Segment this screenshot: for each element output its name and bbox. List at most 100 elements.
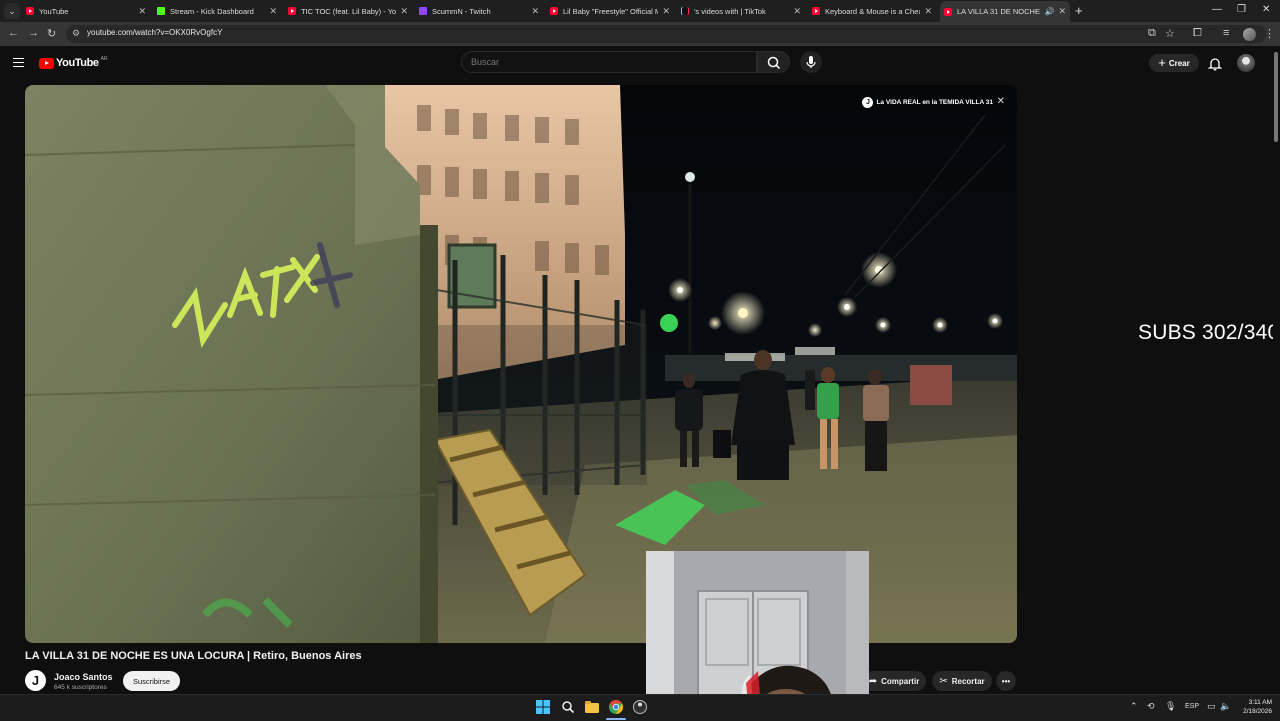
menu-icon[interactable] [13, 58, 24, 67]
speaker-icon[interactable]: 🔊 [1044, 7, 1054, 16]
clip-label: Recortar [951, 676, 985, 686]
tab-title: Lil Baby "Freestyle" Official Music Vide… [563, 6, 659, 16]
twitch-favicon-icon [419, 7, 427, 15]
clip-button[interactable]: ✂ Recortar [932, 671, 992, 691]
browser-tab[interactable]: ScummN - Twitch ✕ [415, 1, 543, 21]
search-button[interactable] [757, 51, 790, 73]
media-controls-icon[interactable]: ≡ [1223, 27, 1229, 39]
search-box [461, 51, 791, 75]
close-tab-icon[interactable]: ✕ [1058, 6, 1066, 17]
close-tab-icon[interactable]: ✕ [269, 6, 277, 17]
overlay-title-text: La VIDA REAL en la TEMIDA VILLA 31 [876, 99, 993, 106]
search-input[interactable] [461, 51, 757, 73]
close-tab-icon[interactable]: ✕ [531, 6, 539, 17]
browser-menu-icon[interactable]: ⋮ [1264, 27, 1275, 40]
windows-start-icon[interactable] [536, 700, 550, 714]
youtube-favicon-icon [812, 7, 820, 15]
app-tray-icon[interactable]: ⟲ [1147, 701, 1155, 712]
obs-icon[interactable] [633, 700, 647, 714]
tab-search-dropdown-icon[interactable]: ⌄ [4, 3, 20, 19]
back-icon[interactable]: ← [8, 27, 19, 39]
browser-tab[interactable]: YouTube ✕ [22, 1, 150, 21]
youtube-favicon-icon [26, 7, 34, 15]
clock-time: 3:11 AM [1248, 699, 1272, 706]
voice-search-button[interactable] [800, 51, 822, 73]
kick-favicon-icon [157, 7, 165, 15]
chrome-icon[interactable] [609, 700, 623, 714]
youtube-favicon-icon [288, 7, 296, 15]
browser-tab[interactable]: TIC TOC (feat. Lil Baby) - YouTube ✕ [284, 1, 412, 21]
notifications-button[interactable] [1207, 56, 1223, 74]
tab-title: LA VILLA 31 DE NOCHE ES UNA LOCURA [957, 7, 1042, 16]
microphone-tray-icon[interactable]: 🎙 [1165, 701, 1176, 712]
tab-title: Keyboard & Mouse is a Cheat Code [825, 6, 920, 16]
show-hidden-icons-icon[interactable]: ⌃ [1130, 701, 1138, 712]
bookmark-star-icon[interactable]: ☆ [1165, 27, 1175, 40]
close-tab-icon[interactable]: ✕ [400, 6, 408, 17]
close-overlay-icon[interactable]: ✕ [997, 96, 1005, 107]
address-bar[interactable]: ⚙ youtube.com/watch?v=OKX0RvOgfcY ⧉ ☆ ⧠ … [66, 25, 1275, 43]
language-indicator[interactable]: ESP [1185, 703, 1199, 710]
share-icon: ➦ [868, 675, 878, 687]
video-overlay-title[interactable]: J La VIDA REAL en la TEMIDA VILLA 31 [862, 97, 993, 108]
more-icon: ••• [1001, 676, 1011, 686]
install-app-icon[interactable]: ⧉ [1148, 27, 1156, 40]
more-actions-button[interactable]: ••• [996, 671, 1016, 691]
tab-title: Stream - Kick Dashboard [170, 6, 254, 16]
url-text: youtube.com/watch?v=OKX0RvOgfcY [87, 28, 223, 37]
microphone-icon [806, 56, 816, 68]
channel-name[interactable]: Joaco Santos [54, 672, 113, 682]
volume-icon[interactable]: 🔈 [1220, 701, 1231, 712]
youtube-favicon-icon [944, 7, 952, 16]
forward-icon[interactable]: → [28, 27, 39, 39]
minimize-icon[interactable]: — [1212, 4, 1222, 15]
extensions-icon[interactable]: ⧠ [1193, 27, 1202, 40]
browser-tab[interactable]: 's videos with | TikTok ✕ [677, 1, 805, 21]
site-settings-icon[interactable]: ⚙ [72, 28, 80, 39]
scissors-icon: ✂ [939, 675, 948, 687]
youtube-favicon-icon [550, 7, 558, 15]
subs-goal-overlay: SUBS 302/340 [1138, 321, 1280, 344]
bell-icon [1207, 58, 1223, 71]
youtube-header: YouTube AR + Crear [0, 46, 1280, 82]
browser-tab-active[interactable]: LA VILLA 31 DE NOCHE ES UNA LOCURA 🔊 ✕ [940, 1, 1070, 22]
logo-wordmark: YouTube [56, 57, 99, 69]
browser-tab[interactable]: Lil Baby "Freestyle" Official Music Vide… [546, 1, 674, 21]
youtube-logo-icon [39, 57, 54, 69]
channel-watermark-icon: J [862, 97, 874, 108]
new-tab-icon[interactable]: + [1075, 4, 1083, 17]
network-icon[interactable]: ▭ [1207, 701, 1216, 712]
subscriber-count: 645 k suscriptores [54, 684, 107, 691]
tiktok-favicon-icon [681, 7, 689, 15]
reload-icon[interactable]: ↻ [47, 27, 56, 40]
browser-tab[interactable]: Stream - Kick Dashboard ✕ [153, 1, 281, 21]
page-scrollbar[interactable] [1273, 46, 1280, 694]
close-tab-icon[interactable]: ✕ [662, 6, 670, 17]
browser-tab-strip: ⌄ YouTube ✕ Stream - Kick Dashboard ✕ TI… [0, 0, 1280, 22]
country-code: AR [100, 56, 108, 62]
browser-toolbar: ← → ↻ ⚙ youtube.com/watch?v=OKX0RvOgfcY … [0, 22, 1280, 46]
create-button[interactable]: + Crear [1149, 54, 1199, 72]
tab-title: YouTube [39, 6, 69, 16]
browser-tab[interactable]: Keyboard & Mouse is a Cheat Code ✕ [808, 1, 936, 21]
taskbar-search-icon[interactable] [561, 700, 575, 714]
account-avatar[interactable] [1237, 54, 1255, 72]
youtube-logo[interactable]: YouTube AR [39, 56, 108, 69]
plus-icon: + [1158, 55, 1166, 70]
tab-title: TIC TOC (feat. Lil Baby) - YouTube [301, 6, 397, 16]
search-icon [767, 56, 781, 70]
channel-avatar[interactable]: J [25, 670, 46, 691]
video-title: LA VILLA 31 DE NOCHE ES UNA LOCURA | Ret… [25, 650, 362, 662]
close-tab-icon[interactable]: ✕ [924, 6, 932, 17]
profile-avatar-icon[interactable] [1243, 28, 1256, 41]
subscribe-button[interactable]: Suscribirse [123, 671, 180, 691]
share-label: Compartir [881, 676, 920, 686]
file-explorer-icon[interactable] [585, 700, 599, 714]
close-tab-icon[interactable]: ✕ [793, 6, 801, 17]
share-button[interactable]: ➦ Compartir [862, 671, 926, 691]
clock-date: 2/18/2026 [1243, 707, 1272, 715]
close-window-icon[interactable]: ✕ [1262, 4, 1270, 15]
close-tab-icon[interactable]: ✕ [138, 6, 146, 17]
clock[interactable]: 3:11 AM 2/18/2026 [1232, 699, 1272, 716]
maximize-icon[interactable]: ❐ [1237, 4, 1246, 15]
